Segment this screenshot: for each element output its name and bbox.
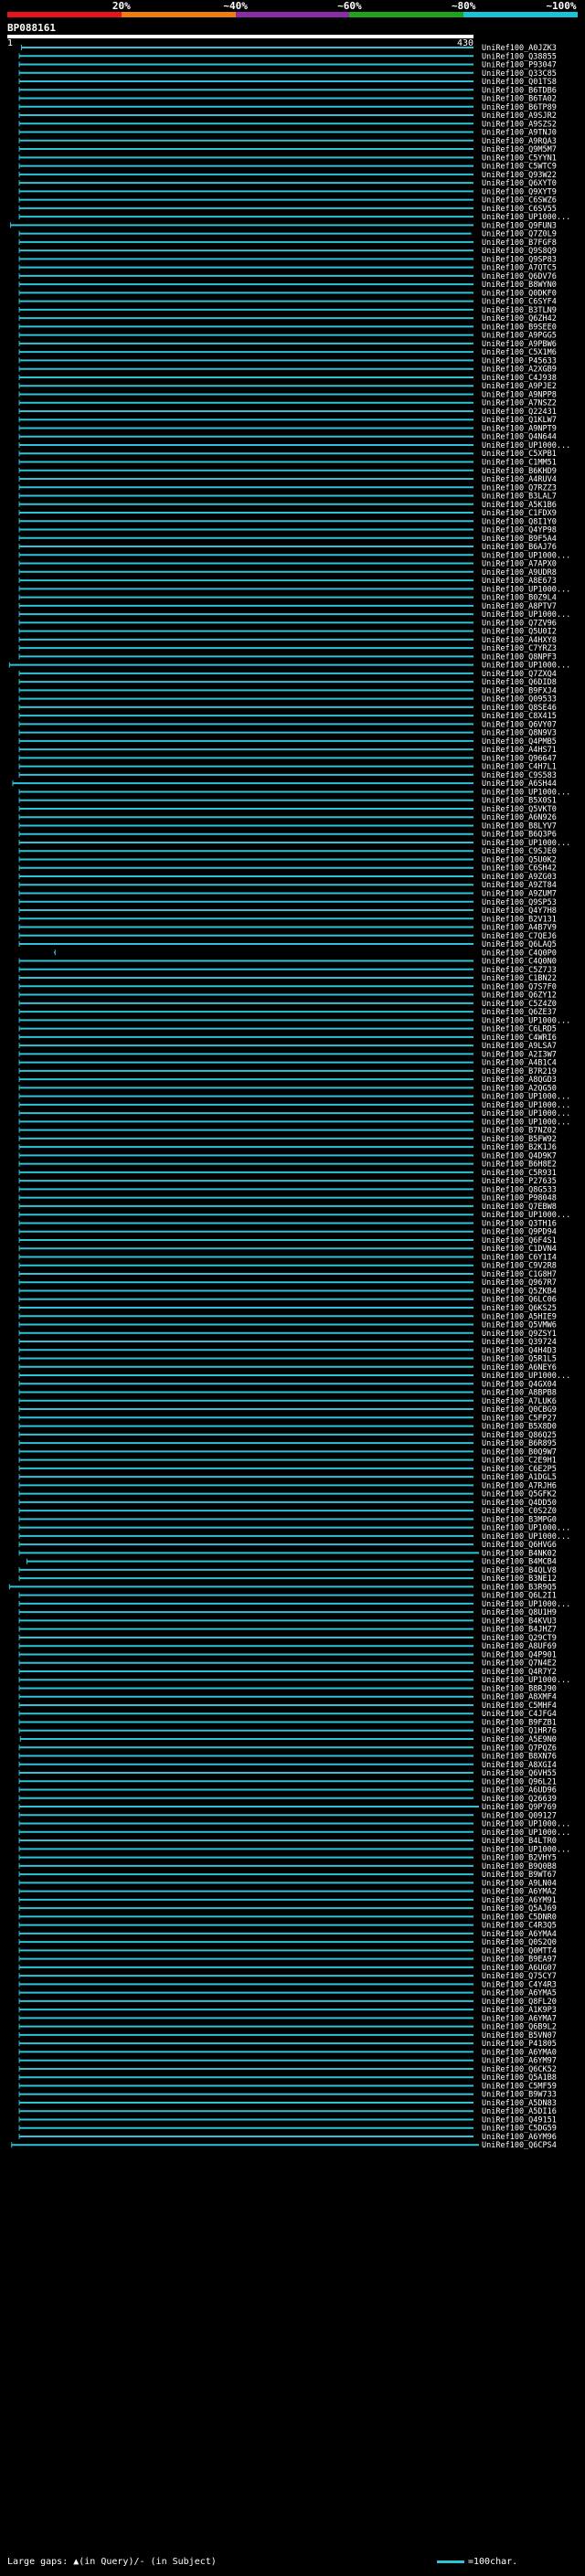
alignment-plot: UniRef100_A0JZK3UniRef100_Q38855UniRef10… [8,44,570,2150]
hit-label[interactable]: UniRef100_Q6CPS4 [482,2141,557,2150]
large-gaps-note: Large gaps: ▲(in Query)/- (in Subject) [7,2557,217,2567]
footer-legend: Large gaps: ▲(in Query)/- (in Subject) =… [7,2557,578,2571]
scale-key: =100char. [437,2557,517,2567]
scale-key-label: =100char. [468,2557,518,2567]
scale-key-swatch [437,2560,464,2563]
